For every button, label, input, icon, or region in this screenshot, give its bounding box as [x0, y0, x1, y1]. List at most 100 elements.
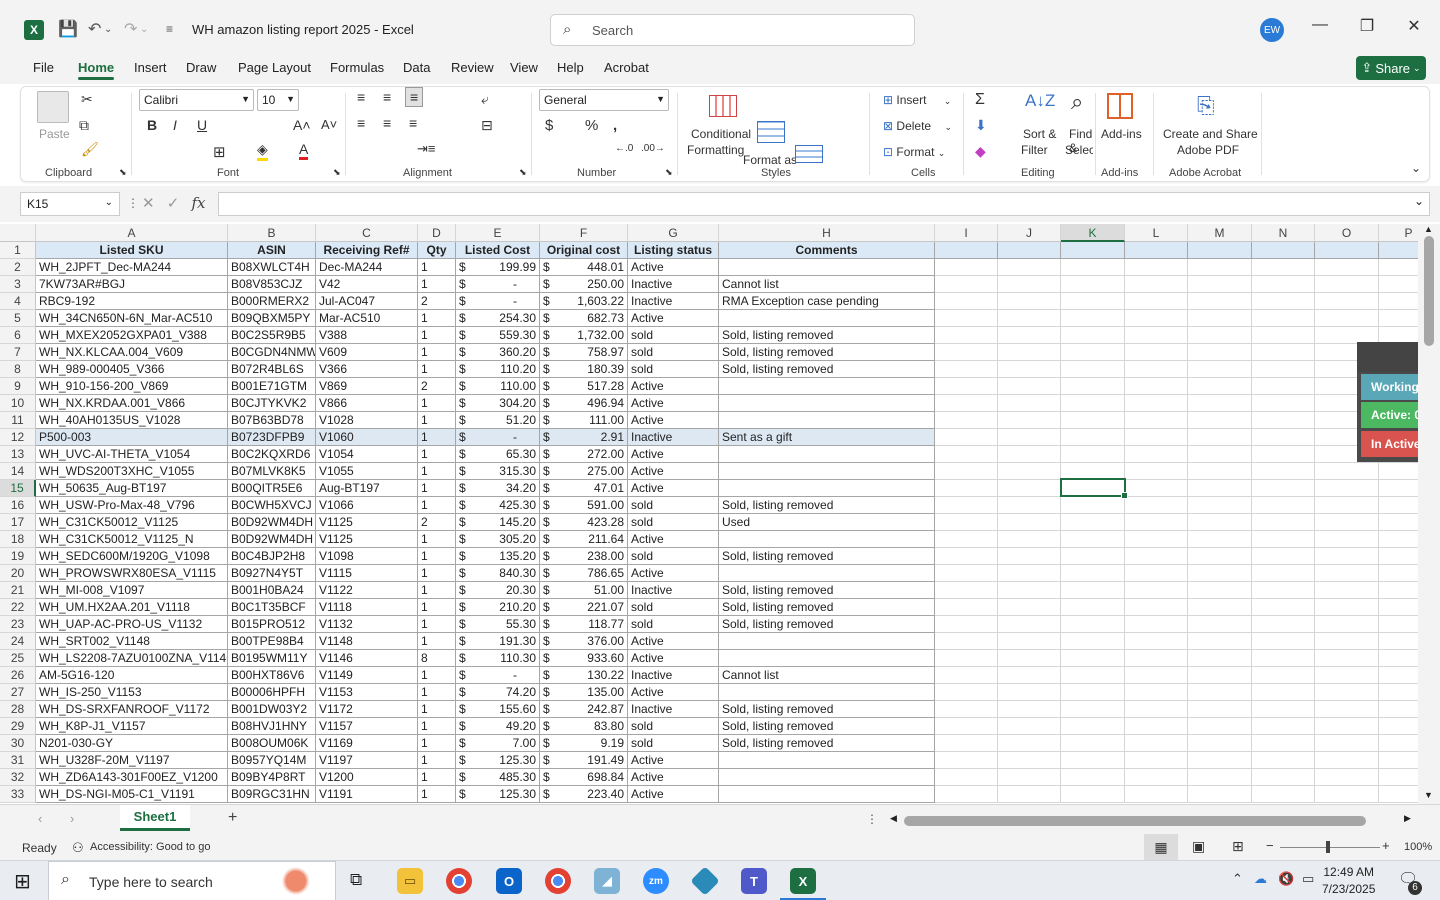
conditional-formatting-button[interactable]: Conditional [691, 127, 751, 141]
receiving-ref-cell[interactable]: V1055 [316, 463, 418, 480]
empty-cell[interactable] [1125, 497, 1188, 514]
empty-cell[interactable] [1188, 293, 1252, 310]
empty-cell[interactable] [1252, 548, 1315, 565]
sku-cell[interactable]: WH_989-000405_V366 [36, 361, 228, 378]
empty-cell[interactable] [1252, 735, 1315, 752]
original-cost-cell[interactable]: $933.60 [540, 650, 628, 667]
empty-cell[interactable] [998, 497, 1061, 514]
original-cost-cell[interactable]: $272.00 [540, 446, 628, 463]
column-header[interactable]: A [36, 224, 228, 242]
original-cost-cell[interactable]: $51.00 [540, 582, 628, 599]
empty-cell[interactable] [935, 531, 998, 548]
sku-cell[interactable]: WH_U328F-20M_V1197 [36, 752, 228, 769]
sort-filter-button[interactable]: Sort & [1023, 127, 1056, 141]
comments-cell[interactable]: Cannot list [719, 276, 935, 293]
empty-cell[interactable] [935, 395, 998, 412]
increase-decimal-icon[interactable]: ←.0 [615, 143, 633, 154]
asin-cell[interactable]: B072R4BL6S [228, 361, 316, 378]
empty-cell[interactable] [1315, 497, 1379, 514]
tab-draw[interactable]: Draw [186, 60, 216, 75]
user-avatar[interactable]: EW [1260, 18, 1284, 42]
asin-cell[interactable]: B0C2S5R9B5 [228, 327, 316, 344]
row-header[interactable]: 21 [0, 582, 36, 599]
empty-cell[interactable] [1252, 599, 1315, 616]
empty-cell[interactable] [935, 259, 998, 276]
listing-status-cell[interactable]: sold [628, 327, 719, 344]
column-header[interactable]: L [1125, 224, 1188, 242]
volume-icon[interactable]: 🔇 [1278, 871, 1294, 887]
minimize-icon[interactable]: — [1305, 16, 1335, 34]
empty-cell[interactable] [1188, 446, 1252, 463]
empty-cell[interactable] [1315, 293, 1379, 310]
asin-cell[interactable]: B0957YQ14M [228, 752, 316, 769]
comments-cell[interactable]: Used [719, 514, 935, 531]
close-icon[interactable]: ✕ [1399, 16, 1429, 36]
search-box[interactable]: ⌕ Search [550, 14, 915, 46]
decrease-font-icon[interactable]: A˅ [321, 117, 337, 132]
windows-start-icon[interactable]: ⊞ [14, 869, 31, 894]
insert-cells-button[interactable]: ⊞ Insert ⌄ [883, 93, 951, 107]
row-header[interactable]: 14 [0, 463, 36, 480]
row-header[interactable]: 26 [0, 667, 36, 684]
task-view-icon[interactable]: ⧉ [350, 870, 362, 890]
empty-cell[interactable] [1061, 735, 1125, 752]
empty-cell[interactable] [1125, 548, 1188, 565]
empty-cell[interactable] [1252, 446, 1315, 463]
normal-view-icon[interactable]: ▦ [1144, 834, 1178, 860]
empty-cell[interactable] [998, 769, 1061, 786]
empty-cell[interactable] [998, 531, 1061, 548]
qty-cell[interactable]: 1 [418, 786, 456, 803]
save-icon[interactable]: 💾 [58, 19, 78, 39]
comments-cell[interactable]: Sold, listing removed [719, 701, 935, 718]
original-cost-cell[interactable]: $130.22 [540, 667, 628, 684]
tab-page-layout[interactable]: Page Layout [238, 60, 311, 75]
qty-cell[interactable]: 1 [418, 497, 456, 514]
empty-cell[interactable] [1252, 667, 1315, 684]
format-as-table-icon[interactable] [757, 121, 785, 143]
sku-cell[interactable]: WH_2JPFT_Dec-MA244 [36, 259, 228, 276]
column-header[interactable]: H [719, 224, 935, 242]
empty-cell[interactable] [935, 684, 998, 701]
listed-cost-cell[interactable]: $199.99 [456, 259, 540, 276]
empty-cell[interactable] [998, 582, 1061, 599]
empty-cell[interactable] [998, 480, 1061, 497]
listed-cost-cell[interactable]: $305.20 [456, 531, 540, 548]
empty-cell[interactable] [1061, 565, 1125, 582]
original-cost-cell[interactable]: $221.07 [540, 599, 628, 616]
listing-status-cell[interactable]: Active [628, 378, 719, 395]
receiving-ref-cell[interactable]: V1054 [316, 446, 418, 463]
empty-cell[interactable] [1188, 735, 1252, 752]
listing-status-cell[interactable]: Inactive [628, 276, 719, 293]
empty-cell[interactable] [935, 463, 998, 480]
comments-cell[interactable]: Sold, listing removed [719, 344, 935, 361]
empty-cell[interactable] [998, 735, 1061, 752]
row-header[interactable]: 4 [0, 293, 36, 310]
zoom-level[interactable]: 100% [1404, 841, 1432, 853]
empty-cell[interactable] [1125, 310, 1188, 327]
tab-acrobat[interactable]: Acrobat [604, 60, 649, 75]
sku-cell[interactable]: WH_DS-NGI-M05-C1_V1191 [36, 786, 228, 803]
copy-icon[interactable]: ⧉ [79, 117, 89, 134]
listing-status-cell[interactable]: sold [628, 548, 719, 565]
receiving-ref-cell[interactable]: V1115 [316, 565, 418, 582]
empty-cell[interactable] [1252, 582, 1315, 599]
listing-status-cell[interactable]: Active [628, 769, 719, 786]
sku-cell[interactable]: WH_910-156-200_V869 [36, 378, 228, 395]
asin-cell[interactable]: B0CGDN4NMW [228, 344, 316, 361]
empty-cell[interactable] [935, 429, 998, 446]
listing-status-cell[interactable]: Active [628, 463, 719, 480]
comments-cell[interactable]: Sold, listing removed [719, 327, 935, 344]
sku-cell[interactable]: WH_SEDC600M/1920G_V1098 [36, 548, 228, 565]
original-cost-cell[interactable]: $1,732.00 [540, 327, 628, 344]
receiving-ref-cell[interactable]: V1125 [316, 514, 418, 531]
taskbar-search[interactable]: ⌕ Type here to search [48, 861, 336, 900]
asin-cell[interactable]: B0CWH5XVCJ [228, 497, 316, 514]
qty-cell[interactable]: 1 [418, 752, 456, 769]
original-cost-cell[interactable]: $223.40 [540, 786, 628, 803]
row-header[interactable]: 18 [0, 531, 36, 548]
original-cost-cell[interactable]: $517.28 [540, 378, 628, 395]
empty-cell[interactable] [1188, 769, 1252, 786]
original-cost-cell[interactable]: $758.97 [540, 344, 628, 361]
empty-cell[interactable] [1188, 582, 1252, 599]
empty-cell[interactable] [1252, 565, 1315, 582]
